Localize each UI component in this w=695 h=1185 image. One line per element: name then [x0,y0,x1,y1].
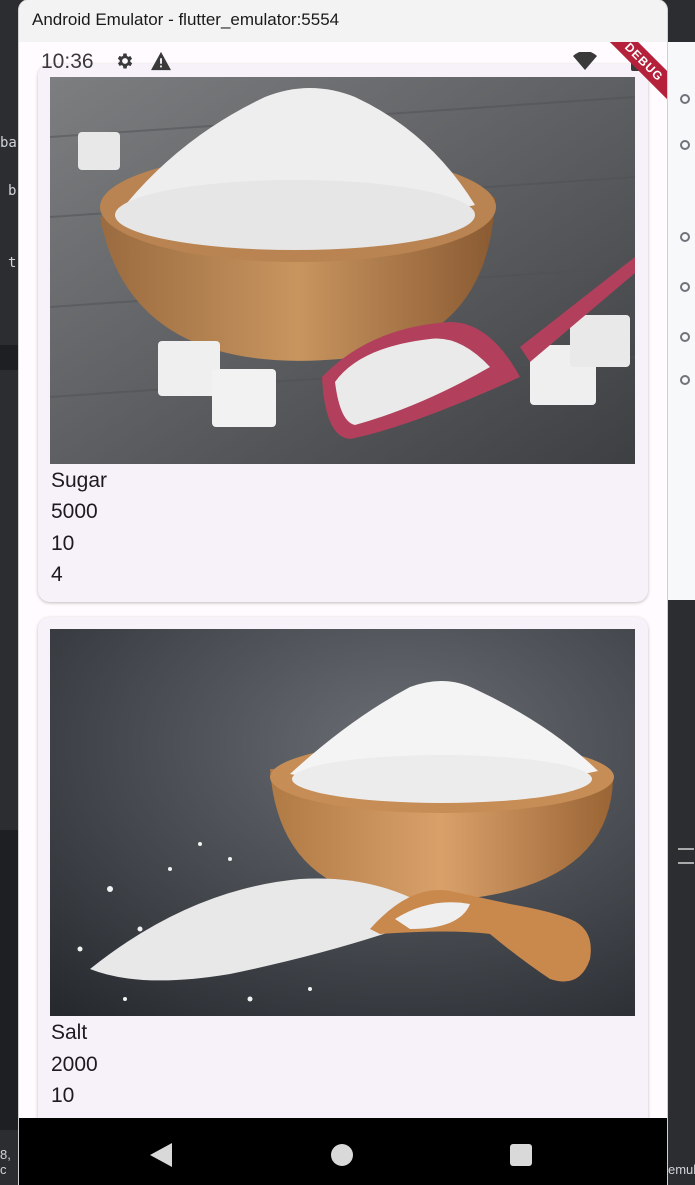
emulator-window: Android Emulator - flutter_emulator:5554… [19,0,667,1185]
tool-icon[interactable] [680,232,690,242]
recent-apps-icon[interactable] [510,1144,532,1166]
settings-icon [117,53,133,69]
status-bar: 10:36 [19,42,667,80]
tool-icon[interactable] [680,94,690,104]
sugar-bowl-photo [50,77,635,464]
ide-code-fragment: b [8,183,17,199]
product-name: Salt [51,1021,88,1044]
tool-icon[interactable] [680,282,690,292]
warning-icon [151,51,171,71]
product-card[interactable]: Salt 2000 10 [38,617,648,1118]
product-rating: 4 [51,563,63,586]
ide-status-fragment: 8, c [0,1147,11,1177]
wifi-icon [573,52,597,70]
status-time: 10:36 [41,50,94,73]
ide-right-panel: emul [668,0,695,1185]
ide-tool-window [668,42,695,600]
ide-dark-band [0,830,20,1130]
product-price: 2000 [51,1053,98,1076]
device-screen: 10:36 DEBUG Sugar 5000 10 4 Salt 2000 10 [19,42,667,1118]
window-title: Android Emulator - flutter_emulator:5554 [32,10,340,29]
wrap-icon[interactable] [678,848,694,864]
ide-highlight-band [0,345,20,370]
product-name: Sugar [51,469,108,492]
tool-icon[interactable] [680,375,690,385]
window-title-bar[interactable]: Android Emulator - flutter_emulator:5554 [19,0,667,42]
tool-icon[interactable] [680,140,690,150]
ide-code-fragment: ba [0,135,17,151]
ide-code-fragment: t [8,255,17,271]
tool-icon[interactable] [680,332,690,342]
home-icon[interactable] [331,1144,353,1166]
product-card[interactable]: Sugar 5000 10 4 [38,64,648,602]
product-quantity: 10 [51,1084,75,1107]
product-image [50,629,635,1016]
product-image [50,77,635,464]
product-quantity: 10 [51,532,75,555]
navigation-bar [19,1118,667,1185]
ide-status-fragment: emul [668,1162,695,1177]
salt-bowl-photo [50,629,635,1016]
back-icon[interactable] [150,1143,172,1167]
product-price: 5000 [51,500,98,523]
ide-left-panel: ba b t 8, c [0,0,20,1185]
